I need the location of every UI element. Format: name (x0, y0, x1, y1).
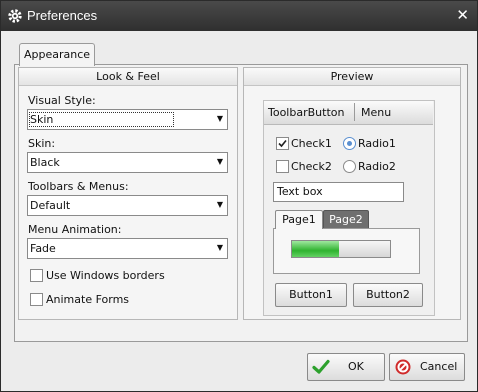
chevron-down-icon: ▼ (216, 243, 223, 252)
radio1-radio[interactable] (343, 137, 356, 150)
page1-content (273, 228, 420, 274)
preview-textbox[interactable]: Text box (273, 182, 404, 202)
menu-animation-value: Fade (30, 242, 56, 255)
toolbars-menus-value: Default (30, 199, 71, 212)
menu-animation-label: Menu Animation: (28, 223, 122, 236)
toolbars-menus-select[interactable]: Default ▼ (27, 195, 228, 216)
ok-button[interactable]: OK (307, 353, 385, 381)
textbox-value: Text box (277, 185, 323, 198)
visual-style-label: Visual Style: (28, 94, 96, 107)
skin-select[interactable]: Black ▼ (27, 152, 228, 173)
title-bar[interactable]: Preferences ✕ (1, 1, 477, 31)
tab-page1[interactable]: Page1 (275, 210, 323, 229)
check1-checkbox[interactable] (276, 137, 289, 150)
toolbar-separator (354, 103, 355, 121)
radio2-radio[interactable] (343, 160, 356, 173)
visual-style-select[interactable]: Skin ▼ (27, 109, 228, 130)
cancel-label: Cancel (420, 360, 458, 373)
chevron-down-icon: ▼ (216, 114, 223, 123)
progress-bar (291, 240, 391, 258)
toolbar-menu[interactable]: Menu (361, 106, 391, 119)
checkmark-icon (278, 139, 287, 148)
tab-appearance-label: Appearance (23, 48, 91, 61)
animate-forms-label: Animate Forms (46, 293, 130, 306)
button2-label: Button2 (366, 288, 410, 301)
chevron-down-icon: ▼ (216, 157, 223, 166)
check1-label: Check1 (291, 137, 332, 150)
cancel-button[interactable]: Cancel (389, 353, 465, 381)
preferences-window: Preferences ✕ Appearance Look & Feel Vis… (0, 0, 478, 392)
use-windows-borders-checkbox[interactable] (30, 269, 43, 282)
checkmark-icon (312, 359, 330, 374)
button2[interactable]: Button2 (353, 283, 423, 307)
chevron-down-icon: ▼ (216, 200, 223, 209)
check2-checkbox[interactable] (276, 160, 289, 173)
visual-style-value: Skin (28, 112, 175, 127)
tab-page1-label: Page1 (282, 213, 316, 226)
look-feel-header: Look & Feel (19, 68, 237, 86)
skin-value: Black (30, 156, 60, 169)
close-icon[interactable]: ✕ (456, 6, 469, 24)
preview-header: Preview (244, 68, 460, 86)
use-windows-borders-label: Use Windows borders (46, 269, 165, 282)
tab-page2-label: Page2 (329, 213, 363, 226)
button1[interactable]: Button1 (275, 283, 347, 307)
menu-animation-select[interactable]: Fade ▼ (27, 238, 228, 259)
gear-icon (8, 9, 22, 23)
toolbar-button[interactable]: ToolbarButton (268, 106, 344, 119)
tab-appearance[interactable]: Appearance (19, 43, 95, 66)
skin-label: Skin: (28, 137, 56, 150)
ok-label: OK (348, 360, 364, 373)
toolbars-menus-label: Toolbars & Menus: (28, 180, 129, 193)
animate-forms-checkbox[interactable] (30, 293, 43, 306)
button1-label: Button1 (289, 288, 333, 301)
cancel-icon (395, 359, 411, 375)
radio1-label: Radio1 (358, 137, 396, 150)
check2-label: Check2 (291, 160, 332, 173)
window-title: Preferences (27, 8, 98, 23)
radio-dot-icon (347, 141, 352, 146)
preview-toolbar: ToolbarButton Menu (264, 101, 433, 125)
tab-page2[interactable]: Page2 (323, 210, 369, 229)
radio2-label: Radio2 (358, 160, 396, 173)
progress-bar-fill (292, 241, 340, 257)
